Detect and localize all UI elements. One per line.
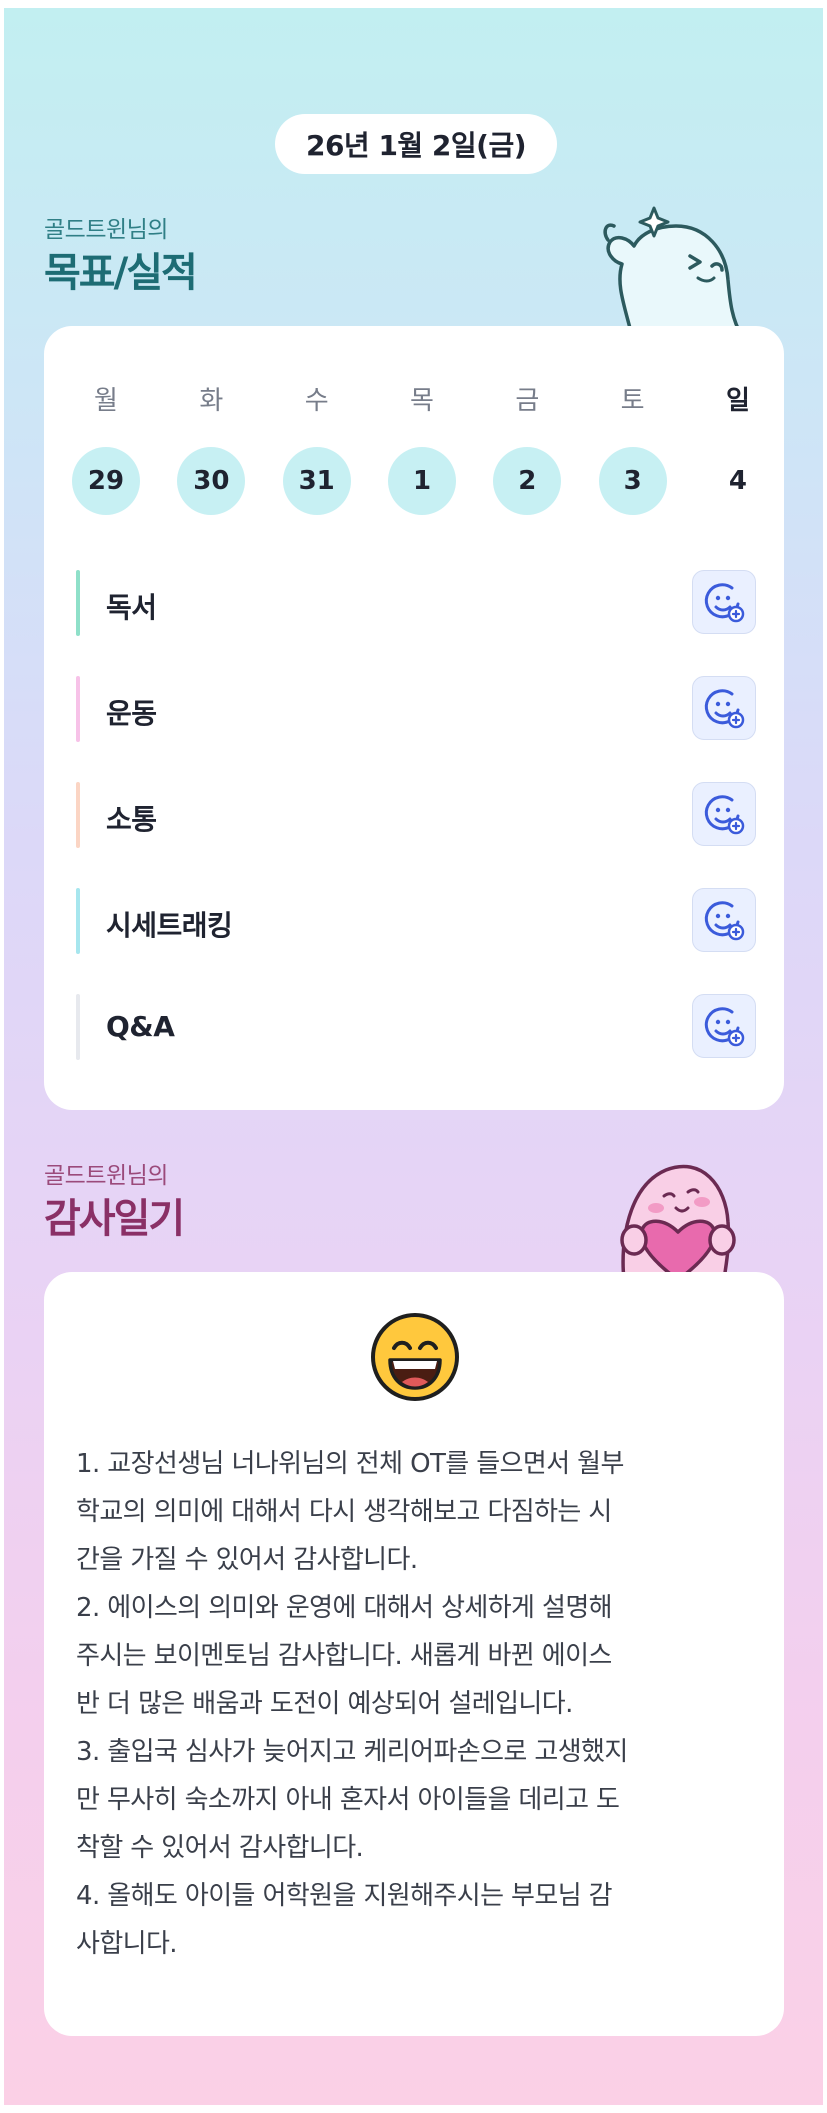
add-emotion-button[interactable] xyxy=(692,888,756,952)
thanks-card: 1. 교장선생님 너나위님의 전체 OT를 들으면서 월부 학교의 의미에 대해… xyxy=(44,1272,784,2036)
add-emotion-button[interactable] xyxy=(692,570,756,634)
calendar-date-selected[interactable]: 2 xyxy=(493,447,562,515)
calendar-date[interactable]: 29 xyxy=(72,447,140,515)
goal-accent-bar xyxy=(76,570,80,636)
grinning-face-icon xyxy=(371,1313,459,1401)
thanks-title: 감사일기 xyxy=(44,1196,185,1242)
calendar-date[interactable]: 30 xyxy=(177,447,246,515)
goal-accent-bar xyxy=(76,782,80,848)
goal-label: 시세트래킹 xyxy=(106,909,233,942)
calendar-date[interactable]: 1 xyxy=(387,447,456,515)
week-calendar: 월 화 수 목 금 토 일 29 30 31 1 2 3 4 xyxy=(72,380,772,515)
goal-item-qna[interactable]: Q&A xyxy=(76,964,756,1070)
add-emotion-icon xyxy=(704,583,745,623)
date-row: 29 30 31 1 2 3 4 xyxy=(72,447,772,515)
goal-item-exercise[interactable]: 운동 xyxy=(76,646,756,752)
calendar-date[interactable]: 31 xyxy=(282,447,351,515)
goals-title: 목표/실적 xyxy=(44,250,198,296)
goal-label: 소통 xyxy=(106,803,157,836)
weekday-label: 금 xyxy=(515,386,540,416)
add-emotion-icon xyxy=(704,901,745,941)
thanks-diary-text: 1. 교장선생님 너나위님의 전체 OT를 들으면서 월부 학교의 의미에 대해… xyxy=(76,1449,628,1959)
app-screen: 26년 1월 2일(금) 골드트윈님의 목표/실적 월 화 수 목 금 토 일 … xyxy=(4,8,823,2105)
goals-subtitle: 골드트윈님의 xyxy=(44,217,168,243)
weekday-row: 월 화 수 목 금 토 일 xyxy=(72,380,772,417)
goal-item-price-tracking[interactable]: 시세트래킹 xyxy=(76,858,756,964)
weekday-label: 수 xyxy=(304,386,329,416)
goal-accent-bar xyxy=(76,994,80,1060)
ghost-mascot-illustration xyxy=(603,206,744,336)
weekday-label: 화 xyxy=(199,386,224,416)
goal-label: Q&A xyxy=(106,1010,175,1043)
date-label: 26년 1월 2일(금) xyxy=(305,129,527,162)
goal-label: 독서 xyxy=(106,591,157,624)
add-emotion-button[interactable] xyxy=(692,782,756,846)
calendar-date[interactable]: 3 xyxy=(598,447,667,515)
weekday-label: 월 xyxy=(94,386,118,416)
goal-accent-bar xyxy=(76,676,80,742)
goal-accent-bar xyxy=(76,888,80,954)
add-emotion-icon xyxy=(704,689,745,729)
goal-item-reading[interactable]: 독서 xyxy=(76,540,756,646)
weekday-label: 일 xyxy=(726,386,750,416)
add-emotion-icon xyxy=(704,795,745,835)
blob-heart-mascot-illustration xyxy=(620,1164,736,1280)
goal-list: 독서 운동 소통 시세트래킹 Q&A xyxy=(76,540,756,1070)
date-selector[interactable]: 26년 1월 2일(금) xyxy=(275,114,557,174)
goal-item-communication[interactable]: 소통 xyxy=(76,752,756,858)
add-emotion-icon xyxy=(704,1007,745,1047)
thanks-subtitle: 골드트윈님의 xyxy=(44,1163,168,1189)
add-emotion-button[interactable] xyxy=(692,676,756,740)
weekday-label: 토 xyxy=(620,386,645,416)
weekday-label: 목 xyxy=(410,386,434,416)
goals-card: 월 화 수 목 금 토 일 29 30 31 1 2 3 4 독서 운동 소통 … xyxy=(44,326,784,1110)
goal-label: 운동 xyxy=(106,697,157,730)
add-emotion-button[interactable] xyxy=(692,994,756,1058)
calendar-date[interactable]: 4 xyxy=(704,447,772,515)
